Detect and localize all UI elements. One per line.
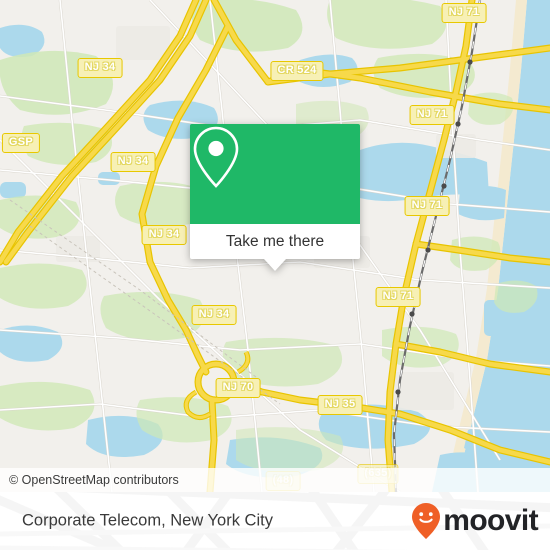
road-shield: NJ 71 <box>404 196 450 216</box>
road-shield: NJ 34 <box>141 225 187 245</box>
map-screenshot: NJ 71 CR 524 NJ 34 NJ 71 GSP NJ 34 NJ 71 NJ 34 N… <box>0 0 550 550</box>
popup-action-row[interactable]: Take me there <box>190 224 360 259</box>
road-shield: NJ 34 <box>77 58 123 78</box>
map-attribution[interactable]: © OpenStreetMap contributors <box>0 468 550 492</box>
road-shield: NJ 71 <box>375 287 421 307</box>
popup-pointer-tail <box>264 259 286 271</box>
footer-bar: Corporate Telecom, New York City moovit <box>0 492 550 550</box>
road-shield: NJ 34 <box>110 152 156 172</box>
road-shield: GSP <box>1 133 41 153</box>
road-shield: CR 524 <box>270 61 324 81</box>
road-shield: NJ 35 <box>317 395 363 415</box>
moovit-brand[interactable]: moovit <box>411 502 539 540</box>
road-shield: NJ 70 <box>215 378 261 398</box>
location-pin-icon <box>193 126 239 188</box>
take-me-there-label: Take me there <box>225 232 325 250</box>
moovit-wordmark: moovit <box>443 504 538 537</box>
map-canvas[interactable]: NJ 71 CR 524 NJ 34 NJ 71 GSP NJ 34 NJ 71 NJ 34 N… <box>0 0 550 492</box>
attribution-text: © OpenStreetMap contributors <box>9 473 179 487</box>
road-shield: NJ 34 <box>191 305 237 325</box>
road-shield: NJ 71 <box>441 3 487 23</box>
popup-header <box>190 124 360 224</box>
moovit-smiley-pin-icon <box>412 503 441 539</box>
location-popup-card[interactable]: Take me there <box>190 124 360 271</box>
place-title: Corporate Telecom, New York City <box>22 511 273 530</box>
road-shield: NJ 71 <box>409 105 455 125</box>
